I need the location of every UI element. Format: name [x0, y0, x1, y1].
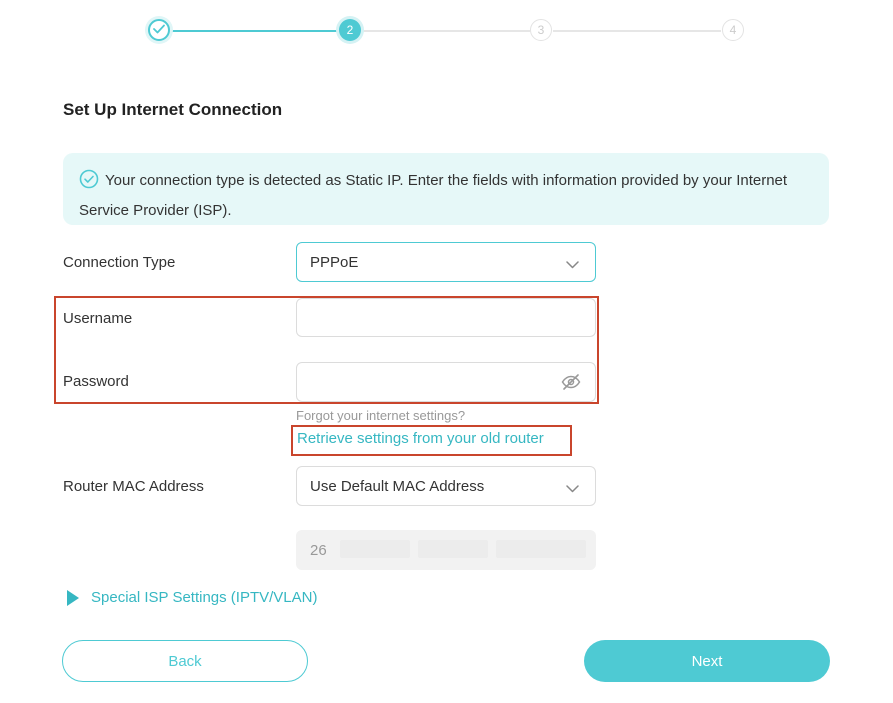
mac-address-prefix: 26 [310, 541, 327, 559]
back-button[interactable]: Back [62, 640, 308, 682]
chevron-down-icon [566, 256, 579, 273]
redacted-mac-segment [496, 540, 586, 558]
step-number: 4 [729, 23, 737, 37]
eye-off-icon[interactable] [561, 373, 581, 395]
special-isp-settings-toggle[interactable]: Special ISP Settings (IPTV/VLAN) [67, 589, 318, 606]
username-label: Username [63, 310, 133, 327]
step-number: 3 [537, 23, 545, 37]
forgot-settings-hint: Forgot your internet settings? [296, 408, 466, 423]
step-connector-1 [170, 30, 338, 32]
password-input[interactable] [296, 362, 596, 402]
detection-notice: Your connection type is detected as Stat… [63, 153, 829, 225]
check-circle-icon [79, 169, 99, 198]
retrieve-settings-link[interactable]: Retrieve settings from your old router [297, 430, 544, 447]
page-title: Set Up Internet Connection [63, 100, 283, 119]
notice-text: Your connection type is detected as Stat… [79, 172, 788, 219]
redacted-mac-segment [418, 540, 488, 558]
step-4: 4 [722, 19, 744, 41]
password-label: Password [63, 373, 129, 390]
step-connector-3 [553, 30, 721, 32]
step-2-current: 2 [339, 19, 361, 41]
username-input[interactable] [296, 298, 596, 337]
step-1-completed [148, 19, 170, 41]
step-3: 3 [530, 19, 552, 41]
special-isp-label: Special ISP Settings (IPTV/VLAN) [91, 589, 318, 606]
mac-address-select[interactable]: Use Default MAC Address [296, 466, 596, 506]
chevron-down-icon [566, 480, 579, 497]
step-connector-2 [362, 30, 530, 32]
redacted-mac-segment [340, 540, 410, 558]
mac-address-option: Use Default MAC Address [310, 477, 485, 495]
step-number: 2 [346, 23, 354, 37]
expand-triangle-icon [67, 589, 79, 606]
next-button[interactable]: Next [584, 640, 830, 682]
check-icon [153, 23, 165, 37]
connection-type-value: PPPoE [310, 253, 359, 271]
connection-type-select[interactable]: PPPoE [296, 242, 596, 282]
connection-type-label: Connection Type [63, 254, 176, 271]
mac-address-label: Router MAC Address [63, 478, 204, 495]
